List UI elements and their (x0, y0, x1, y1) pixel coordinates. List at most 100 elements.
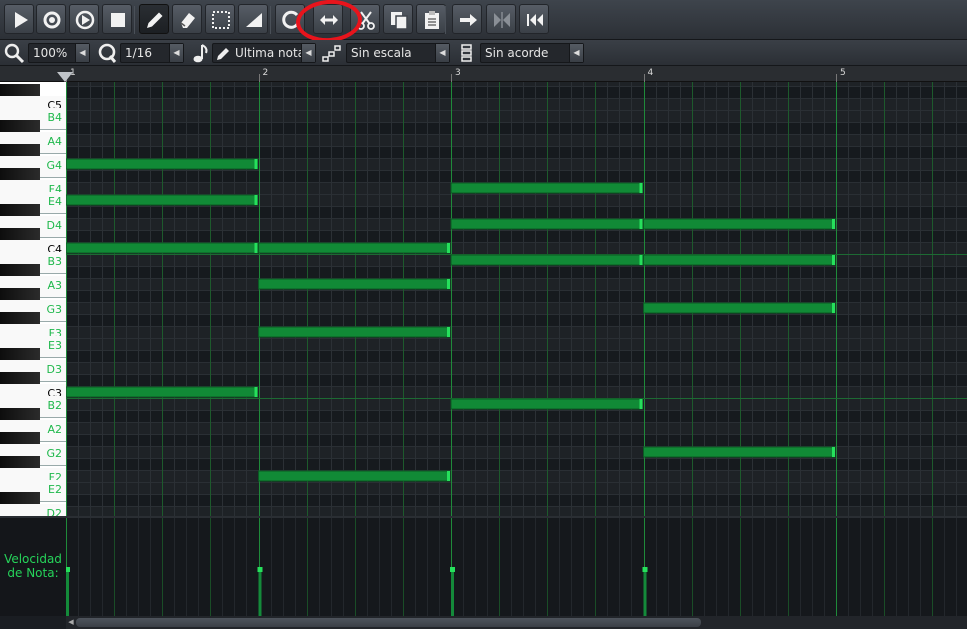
grid-row (66, 362, 967, 374)
piano-black-key[interactable] (0, 408, 40, 420)
note-resize-handle[interactable] (447, 243, 450, 253)
note-g4[interactable] (66, 158, 258, 170)
double-arrow-icon (320, 15, 338, 25)
playhead-marker[interactable] (57, 72, 73, 82)
note-resize-handle[interactable] (639, 183, 643, 193)
note-g3[interactable] (643, 302, 836, 314)
note-f2[interactable] (258, 470, 451, 482)
piano-black-key[interactable] (0, 372, 40, 384)
note-g2[interactable] (643, 446, 836, 458)
piano-black-key[interactable] (0, 168, 40, 180)
note-icon (193, 44, 208, 63)
ruler-bar-tick (258, 74, 260, 82)
piano-black-key[interactable] (0, 120, 40, 132)
stop-button[interactable] (102, 4, 132, 34)
piano-black-key[interactable] (0, 432, 40, 444)
velocity-bar[interactable] (451, 570, 454, 616)
note-d4[interactable] (450, 218, 643, 230)
piano-black-key[interactable] (0, 456, 40, 468)
note-resize-handle[interactable] (254, 387, 258, 397)
note-b3[interactable] (643, 254, 836, 266)
note-length-combo[interactable]: Ultima nota ◀ (212, 43, 316, 63)
note-resize-handle[interactable] (447, 471, 450, 481)
timeline-ruler[interactable]: 12345 (0, 66, 967, 82)
chord-icon (461, 44, 472, 62)
velocity-bar[interactable] (66, 570, 69, 616)
stop-behaviour-button[interactable] (519, 4, 549, 34)
velocity-handle[interactable] (642, 567, 648, 572)
scale-combo[interactable]: Sin escala ◀ (346, 43, 450, 63)
note-resize-handle[interactable] (832, 219, 835, 229)
piano-keyboard[interactable]: C5 B4 A4 G4 F4 E4 D4 C4 B3 A3 G3 F3 E3 D3 C3 B2 A2 G2 F2 E2… (0, 82, 66, 516)
note-resize-handle[interactable] (447, 327, 450, 337)
scroll-left-icon[interactable]: ◀ (66, 617, 76, 628)
piano-black-key[interactable] (0, 348, 40, 360)
note-f4[interactable] (450, 182, 643, 194)
velocity-bar[interactable] (643, 570, 647, 616)
note-resize-handle[interactable] (832, 255, 835, 265)
note-c3[interactable] (66, 386, 258, 398)
record-button[interactable] (36, 4, 66, 34)
velocity-handle[interactable] (450, 567, 455, 572)
note-resize-handle[interactable] (254, 159, 258, 169)
loop-points-button[interactable] (486, 4, 516, 34)
quantize-button[interactable] (275, 4, 305, 34)
piano-black-key[interactable] (0, 204, 40, 216)
note-resize-handle[interactable] (254, 195, 258, 205)
note-resize-handle[interactable] (832, 303, 835, 313)
grid-row (66, 494, 967, 506)
note-a3[interactable] (258, 278, 451, 290)
draw-mode-button[interactable] (139, 4, 169, 34)
velocity-bar[interactable] (258, 570, 262, 616)
grid-row (66, 338, 967, 350)
erase-mode-button[interactable] (172, 4, 202, 34)
note-resize-handle[interactable] (639, 255, 643, 265)
stretch-button[interactable] (313, 4, 343, 34)
piano-black-key[interactable] (0, 312, 40, 324)
back-to-start-icon (527, 14, 543, 26)
note-grid-canvas[interactable] (66, 82, 967, 516)
piano-black-key[interactable] (0, 264, 40, 276)
play-button[interactable] (4, 4, 34, 34)
note-grid[interactable] (66, 82, 967, 516)
piano-black-key[interactable] (0, 84, 40, 96)
note-resize-handle[interactable] (639, 219, 643, 229)
velocity-panel: Velocidad de Nota: (0, 516, 967, 616)
chevron-left-icon: ◀ (569, 44, 583, 62)
note-b2[interactable] (450, 398, 643, 410)
copy-button[interactable] (383, 4, 413, 34)
velocity-handle[interactable] (257, 567, 263, 572)
detune-mode-button[interactable] (238, 4, 268, 34)
velocity-handle[interactable] (66, 567, 70, 572)
note-resize-handle[interactable] (447, 279, 450, 289)
autoscroll-button[interactable] (452, 4, 482, 34)
select-mode-button[interactable] (205, 4, 235, 34)
note-e4[interactable] (66, 194, 258, 206)
horizontal-scrollbar[interactable]: ◀ (66, 616, 967, 629)
chord-combo[interactable]: Sin acorde ◀ (480, 43, 584, 63)
note-resize-handle[interactable] (832, 447, 835, 457)
scrollbar-thumb[interactable] (76, 618, 701, 627)
zoom-combo[interactable]: 100% ◀ (28, 43, 90, 63)
piano-black-key[interactable] (0, 144, 40, 156)
grid-row (66, 98, 967, 110)
velocity-label-line1: Velocidad (4, 552, 62, 566)
quantize-combo[interactable]: 1/16 ◀ (120, 43, 184, 63)
note-resize-handle[interactable] (254, 243, 258, 253)
cut-button[interactable] (350, 4, 380, 34)
note-c4[interactable] (258, 242, 451, 254)
note-resize-handle[interactable] (639, 399, 643, 409)
note-d4[interactable] (643, 218, 836, 230)
grid-row (66, 206, 967, 218)
note-c4[interactable] (66, 242, 258, 254)
piano-black-key[interactable] (0, 228, 40, 240)
record-while-playing-button[interactable] (69, 4, 99, 34)
note-f3[interactable] (258, 326, 451, 338)
chevron-left-icon: ◀ (169, 44, 183, 62)
note-b3[interactable] (450, 254, 643, 266)
paste-button[interactable] (416, 4, 446, 34)
piano-key-d2[interactable]: D2 (0, 504, 66, 516)
piano-black-key[interactable] (0, 288, 40, 300)
velocity-editor[interactable] (66, 518, 967, 616)
piano-black-key[interactable] (0, 492, 40, 504)
